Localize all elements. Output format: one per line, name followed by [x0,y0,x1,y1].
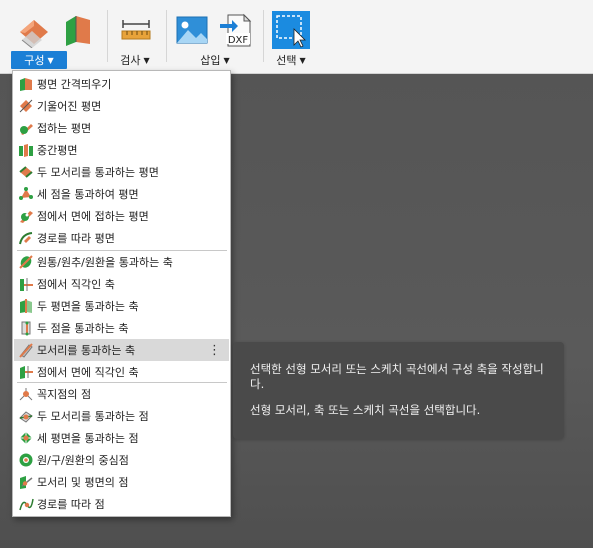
select-window-icon[interactable] [272,11,310,49]
menu-item-label: 점에서 면에 접하는 평면 [37,210,149,223]
construct-label: 구성 [24,54,45,67]
midplane-icon [19,144,33,157]
menu-item-point-two-edges[interactable]: 두 모서리를 통과하는 점 [14,405,229,427]
point-edge-and-plane-icon [20,476,33,489]
more-options-icon[interactable]: ⋮ [208,343,221,358]
menu-item-axis-two-points[interactable]: 두 점을 통과하는 축 [14,317,229,339]
menu-item-label: 점에서 면에 직각인 축 [37,366,139,379]
plane-at-angle-icon[interactable] [60,12,96,48]
toolbar-separator [166,10,167,62]
menu-item-label: 원/구/원환의 중심점 [37,454,129,467]
menu-item-point-along-path[interactable]: 경로를 따라 점 [14,493,229,515]
menu-item-label: 기울어진 평면 [37,100,102,113]
offset-plane-icon[interactable] [16,12,52,49]
plane-two-edges-icon [19,166,33,178]
select-menu-button[interactable]: 선택 ▼ [268,51,314,69]
point-two-edges-icon [19,411,33,423]
inspect-group: 검사 ▼ [112,0,160,73]
chevron-down-icon: ▼ [47,55,54,65]
menu-item-tangent-plane[interactable]: 접하는 평면 [14,117,229,139]
toolbar-separator [263,10,264,62]
menu-item-axis-perpendicular-at-point[interactable]: 점에서 직각인 축 [14,273,229,295]
axis-through-edge-icon [19,343,33,358]
menu-item-label: 중간평면 [37,144,78,157]
menu-item-plane-tangent-at-point[interactable]: 점에서 면에 접하는 평면 [14,205,229,227]
insert-menu-button[interactable]: 삽입 ▼ [190,51,240,69]
menu-item-label: 두 평면을 통과하는 축 [37,300,139,313]
menu-item-plane-along-path[interactable]: 경로를 따라 평면 [14,227,229,249]
inspect-label: 검사 [120,54,141,67]
menu-item-label: 꼭지점의 점 [37,388,92,401]
point-center-icon [19,453,33,467]
measure-icon[interactable] [118,12,154,48]
offset-plane-icon [20,78,32,91]
tangent-plane-icon [20,124,33,135]
point-at-vertex-icon [19,388,33,401]
menu-item-label: 세 점을 통과하여 평면 [37,188,139,201]
menu-item-label: 모서리 및 평면의 점 [37,476,129,489]
menu-item-offset-plane[interactable]: 평면 간격띄우기 [14,73,229,95]
menu-item-point-center[interactable]: 원/구/원환의 중심점 [14,449,229,471]
plane-along-path-icon [19,232,33,245]
toolbar: 구성 ▼ 검사 ▼ DXF 삽입 ▼ 선택 ▼ [0,0,593,74]
axis-two-planes-icon [20,299,32,313]
chevron-down-icon: ▼ [223,55,230,65]
construct-dropdown-menu: 평면 간격띄우기 기울어진 평면 접하는 평면 중간평면 두 모서리를 통과하는… [12,70,231,517]
inspect-menu-button[interactable]: 검사 ▼ [112,51,158,69]
menu-item-point-edge-and-plane[interactable]: 모서리 및 평면의 점 [14,471,229,493]
axis-perpendicular-to-face-icon [20,366,33,379]
menu-item-axis-two-planes[interactable]: 두 평면을 통과하는 축 [14,295,229,317]
menu-item-label: 평면 간격띄우기 [37,78,112,91]
menu-item-plane-two-edges[interactable]: 두 모서리를 통과하는 평면 [14,161,229,183]
menu-item-label: 세 평면을 통과하는 점 [37,432,139,445]
plane-at-angle-icon [19,99,33,113]
menu-item-point-at-vertex[interactable]: 꼭지점의 점 [14,383,229,405]
menu-item-plane-at-angle[interactable]: 기울어진 평면 [14,95,229,117]
menu-item-axis-through-cylinder[interactable]: 원통/원추/원환을 통과하는 축 [14,251,229,273]
menu-item-label: 두 모서리를 통과하는 점 [37,410,149,423]
tooltip: 선택한 선형 모서리 또는 스케치 곡선에서 구성 축을 작성합니다. 선형 모… [233,342,564,439]
insert-image-icon[interactable] [174,12,210,48]
tooltip-description: 선택한 선형 모서리 또는 스케치 곡선에서 구성 축을 작성합니다. [250,362,544,391]
insert-label: 삽입 [200,54,221,67]
select-group: 선택 ▼ [268,0,318,73]
menu-item-label: 경로를 따라 점 [37,498,105,511]
point-three-planes-icon [20,432,32,444]
point-along-path-icon [19,498,34,511]
menu-item-axis-perpendicular-to-face[interactable]: 점에서 면에 직각인 축 [14,361,229,383]
toolbar-separator [107,10,108,62]
tooltip-instruction: 선형 모서리, 축 또는 스케치 곡선을 선택합니다. [250,403,481,417]
menu-item-label: 두 모서리를 통과하는 평면 [37,166,159,179]
insert-group: DXF 삽입 ▼ [170,0,260,73]
plane-three-points-icon [19,187,33,200]
chevron-down-icon: ▼ [143,55,150,65]
menu-item-axis-through-edge[interactable]: 모서리를 통과하는 축 ⋮ [14,339,229,361]
plane-tangent-at-point-icon [20,211,33,223]
axis-two-points-icon [21,321,31,336]
axis-perpendicular-at-point-icon [20,278,33,291]
select-label: 선택 [276,54,297,67]
menu-item-label: 경로를 따라 평면 [37,232,115,245]
menu-item-label: 점에서 직각인 축 [37,278,115,291]
insert-dxf-icon[interactable]: DXF [218,12,254,48]
construct-group: 구성 ▼ [8,0,100,73]
menu-item-point-three-planes[interactable]: 세 평면을 통과하는 점 [14,427,229,449]
construct-menu-button[interactable]: 구성 ▼ [11,51,67,69]
menu-item-label: 모서리를 통과하는 축 [37,344,136,357]
axis-through-cylinder-icon [19,255,33,269]
dxf-text: DXF [228,35,249,46]
chevron-down-icon: ▼ [299,55,306,65]
menu-item-plane-three-points[interactable]: 세 점을 통과하여 평면 [14,183,229,205]
menu-item-label: 접하는 평면 [37,122,92,135]
menu-item-label: 두 점을 통과하는 축 [37,322,129,335]
menu-item-label: 원통/원추/원환을 통과하는 축 [37,256,173,269]
menu-item-midplane[interactable]: 중간평면 [14,139,229,161]
